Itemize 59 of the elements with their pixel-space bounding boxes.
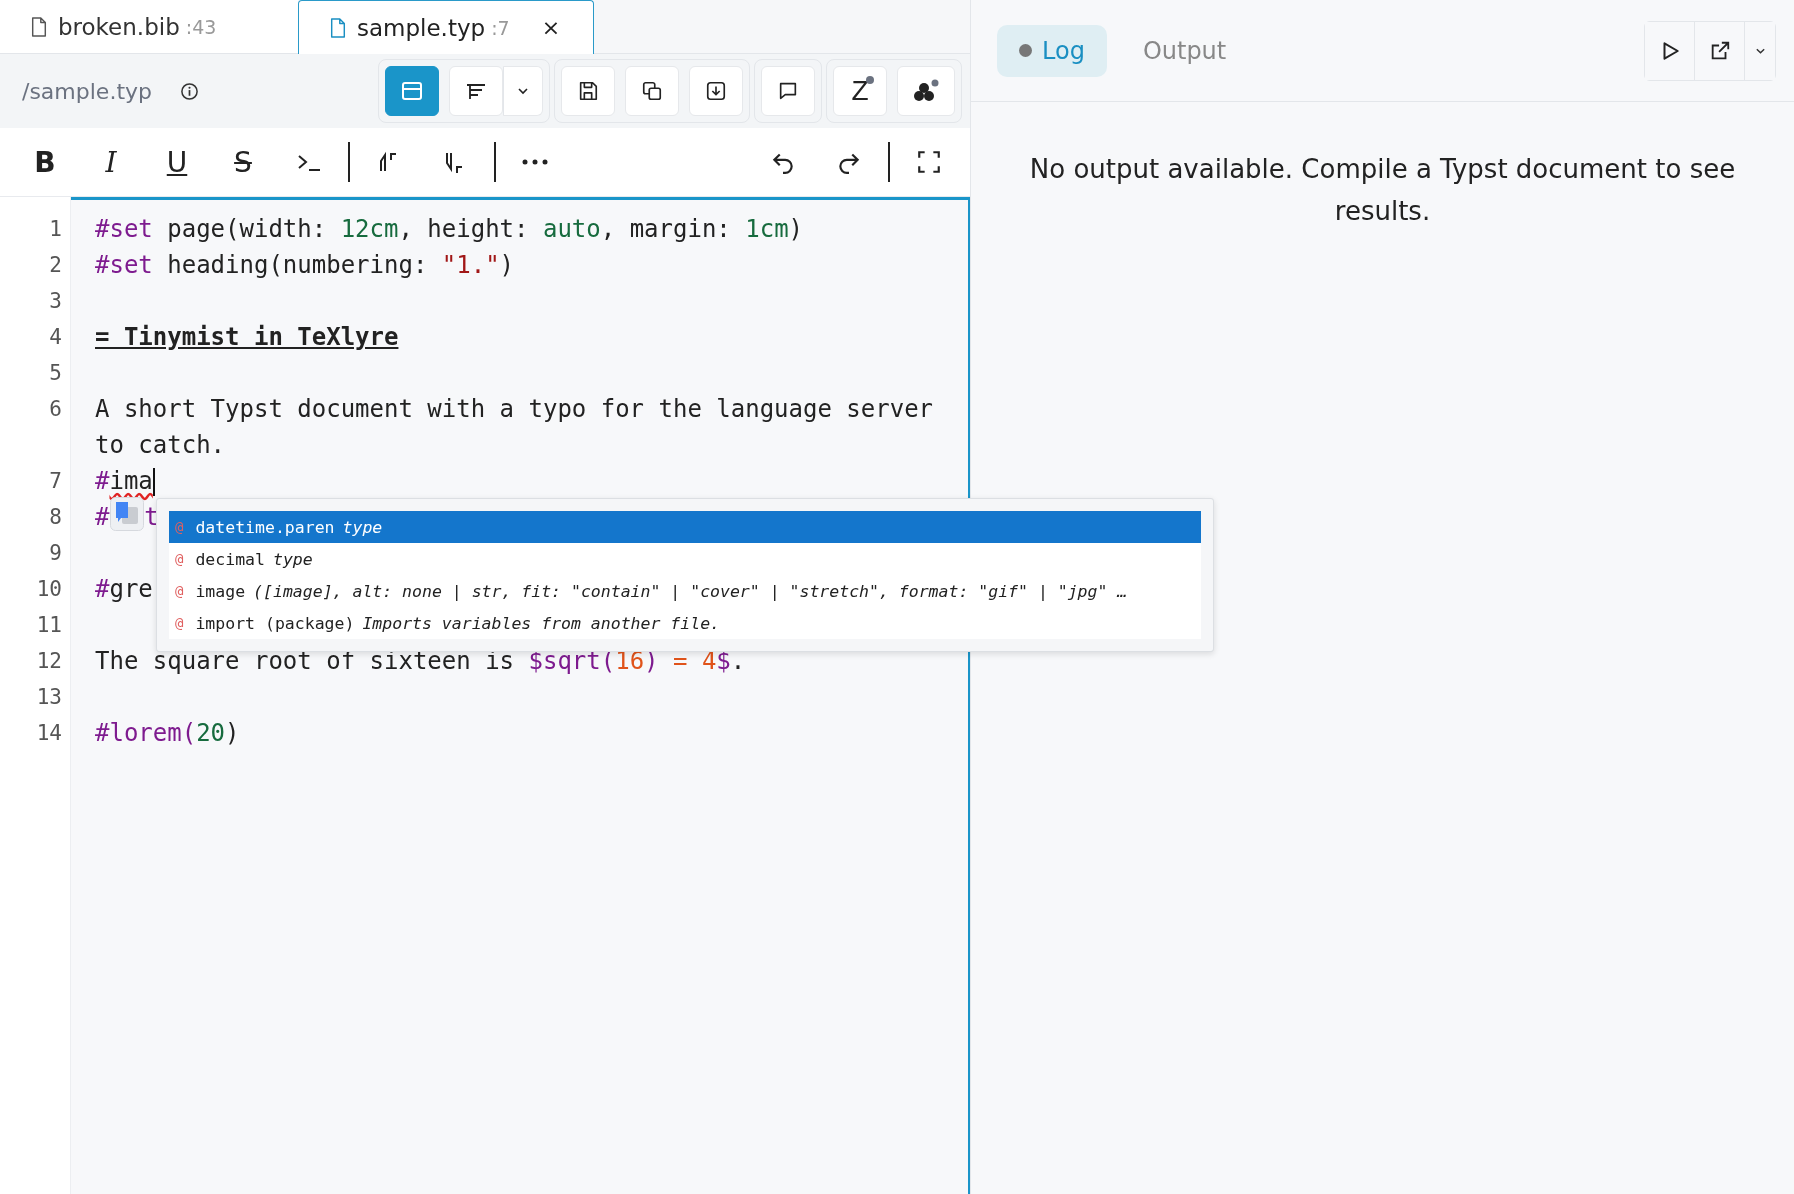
line-number: 2 xyxy=(48,252,63,279)
file-icon xyxy=(30,15,48,38)
code-text: # xyxy=(95,503,110,531)
completion-item[interactable]: @ datetime.paren type xyxy=(169,511,1201,543)
fullscreen-icon xyxy=(916,149,942,175)
file-tab[interactable]: sample.typ :7 × xyxy=(298,0,594,54)
code-line: #lorem(20) xyxy=(95,719,240,747)
line-number: 4 xyxy=(48,324,63,351)
translate-icon[interactable] xyxy=(110,497,144,531)
download-icon xyxy=(705,80,727,102)
nodes-icon xyxy=(912,79,940,103)
line-number: 7 xyxy=(48,468,63,495)
line-number: 8 xyxy=(48,504,63,531)
line-number: 10 xyxy=(35,576,63,603)
completion-item[interactable]: @ decimal type xyxy=(169,543,1201,575)
caret-down-icon xyxy=(517,87,529,95)
zotero-button[interactable]: Z xyxy=(833,66,887,116)
line-number: 13 xyxy=(35,684,63,711)
code-line: #set heading(numbering: "1.") xyxy=(95,251,515,279)
copy-button[interactable] xyxy=(625,66,679,116)
completion-item[interactable]: @ image ([image], alt: none | str, fit: "contain" | "cover" | "stretch", format: "gif" | "jpg" … xyxy=(169,575,1201,607)
save-button[interactable] xyxy=(561,66,615,116)
code-text: t xyxy=(144,502,159,533)
empty-output-message: No output available. Compile a Typst document to see results. xyxy=(1028,153,1737,228)
file-path: /sample.typ xyxy=(22,78,152,104)
comment-button[interactable] xyxy=(761,66,815,116)
line-number: 6 xyxy=(48,396,63,423)
line-number: 1 xyxy=(48,216,63,243)
close-tab-button[interactable]: × xyxy=(541,15,561,40)
code-line: #ima xyxy=(95,467,153,495)
code-line: #gre xyxy=(95,575,153,603)
line-number: 5 xyxy=(48,360,63,387)
copy-icon xyxy=(641,80,663,102)
info-icon[interactable] xyxy=(180,81,199,101)
line-number: 3 xyxy=(48,288,63,315)
download-button[interactable] xyxy=(689,66,743,116)
strikethrough-button[interactable]: S xyxy=(216,139,270,185)
run-button[interactable] xyxy=(1645,21,1695,80)
completion-item[interactable]: @ import (package) Imports variables from another file. xyxy=(169,607,1201,639)
comment-icon xyxy=(777,80,799,102)
panel-icon xyxy=(400,79,424,103)
line-number: 11 xyxy=(35,612,63,639)
line-number: 9 xyxy=(48,540,63,567)
file-icon xyxy=(329,16,347,39)
line-number: 12 xyxy=(35,648,63,675)
save-icon xyxy=(577,80,599,102)
italic-button[interactable]: I xyxy=(84,139,138,185)
panel-button[interactable] xyxy=(385,66,439,116)
nodes-button[interactable] xyxy=(897,66,955,116)
underline-button[interactable]: U xyxy=(150,139,204,185)
code-line: #set page(width: 12cm, height: auto, margin: 1cm) xyxy=(95,215,804,243)
more-icon xyxy=(522,159,548,165)
caret-down-icon xyxy=(1754,46,1766,55)
code-line: A short Typst document with a typo for the language server to catch. xyxy=(95,395,935,459)
file-tab[interactable]: broken.bib :43 xyxy=(0,0,298,54)
code-line: = Tinymist in TeXlyre xyxy=(95,323,399,351)
bold-button[interactable]: B xyxy=(18,139,72,185)
line-number: 14 xyxy=(35,720,63,747)
wrap-button[interactable] xyxy=(449,66,503,116)
